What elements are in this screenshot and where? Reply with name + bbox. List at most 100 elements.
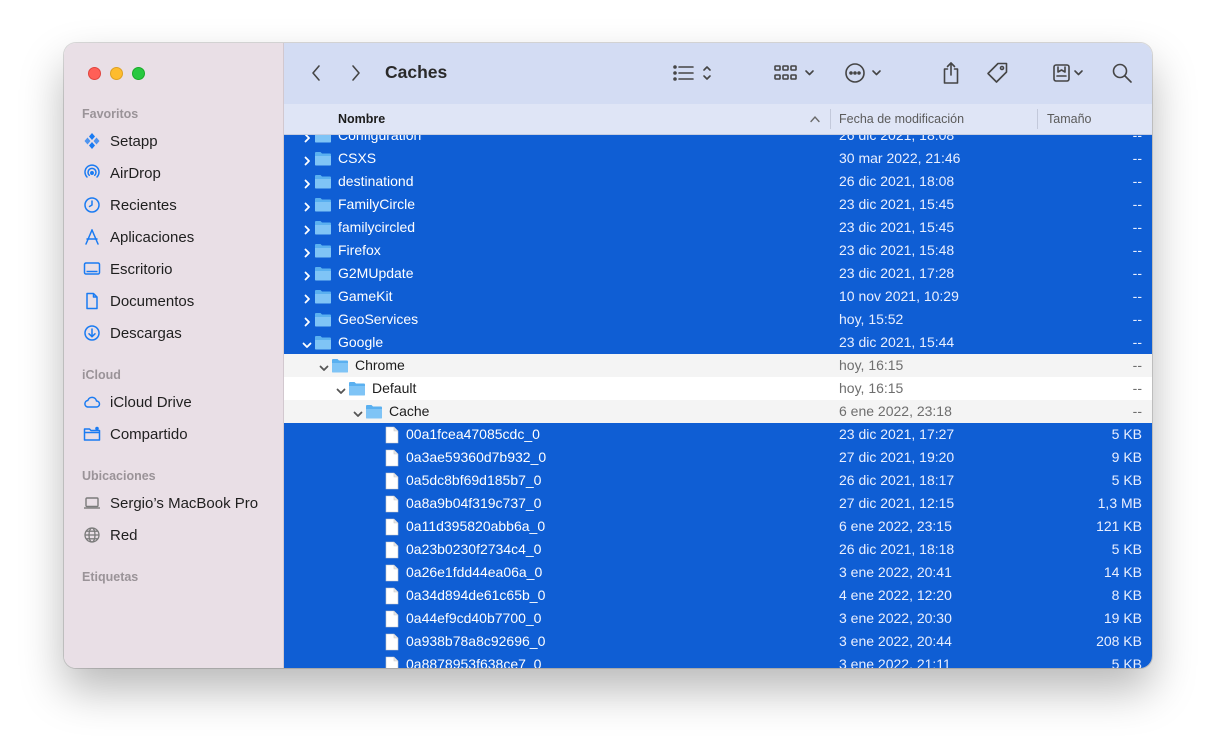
disclosure-collapsed-icon[interactable]: [302, 135, 312, 143]
folder-row[interactable]: familycircled 23 dic 2021, 15:45 --: [284, 216, 1152, 239]
quick-actions-button[interactable]: [1050, 59, 1094, 87]
disclosure-expanded-icon[interactable]: [353, 406, 363, 417]
zoom-window-button[interactable]: [132, 67, 145, 80]
column-header-size[interactable]: Tamaño: [1047, 112, 1091, 126]
sidebar-item-recientes[interactable]: Recientes: [82, 192, 272, 218]
disclosure-collapsed-icon[interactable]: [302, 153, 312, 166]
folder-row[interactable]: CSXS 30 mar 2022, 21:46 --: [284, 147, 1152, 170]
sidebar-section-title: Favoritos: [82, 107, 139, 121]
item-name: GeoServices: [338, 311, 419, 327]
folder-row[interactable]: Configuration 26 dic 2021, 18:08 --: [284, 135, 1152, 147]
folder-row[interactable]: Default hoy, 16:15 --: [284, 377, 1152, 400]
file-icon: [384, 472, 402, 490]
column-divider[interactable]: [830, 109, 831, 129]
window-title: Caches: [385, 62, 448, 82]
back-button[interactable]: [306, 59, 326, 87]
item-name: Configuration: [338, 135, 422, 143]
file-row[interactable]: 0a34d894de61c65b_0 4 ene 2022, 12:20 8 KB: [284, 584, 1152, 607]
item-date: 23 dic 2021, 17:28: [839, 265, 955, 281]
file-list[interactable]: Configuration 26 dic 2021, 18:08 -- CSXS 30 …: [284, 135, 1152, 668]
sidebar-section-title: Ubicaciones: [82, 469, 156, 483]
sidebar-item-red[interactable]: Red: [82, 522, 272, 548]
sidebar-item-airdrop[interactable]: AirDrop: [82, 160, 272, 186]
sidebar-section-title: Etiquetas: [82, 570, 139, 584]
sidebar-item-label: iCloud Drive: [110, 393, 192, 411]
folder-icon: [348, 380, 366, 397]
column-header-date[interactable]: Fecha de modificación: [839, 112, 964, 126]
minimize-window-button[interactable]: [110, 67, 123, 80]
item-date: 3 ene 2022, 21:11: [839, 656, 951, 668]
file-icon: [384, 633, 402, 651]
file-row[interactable]: 0a44ef9cd40b7700_0 3 ene 2022, 20:30 19 KB: [284, 607, 1152, 630]
item-date: 26 dic 2021, 18:17: [839, 472, 955, 488]
sidebar: Favoritos Setapp AirDrop Recientes Aplic…: [64, 43, 284, 668]
sidebar-item-label: Recientes: [110, 196, 177, 214]
close-window-button[interactable]: [88, 67, 101, 80]
item-date: hoy, 16:15: [839, 380, 904, 396]
action-menu-button[interactable]: [844, 59, 888, 87]
disclosure-expanded-icon[interactable]: [336, 383, 346, 394]
disclosure-expanded-icon[interactable]: [302, 337, 312, 348]
file-row[interactable]: 0a23b0230f2734c4_0 26 dic 2021, 18:18 5 KB: [284, 538, 1152, 561]
folder-row[interactable]: G2MUpdate 23 dic 2021, 17:28 --: [284, 262, 1152, 285]
tags-button[interactable]: [984, 59, 1010, 87]
folder-row[interactable]: Firefox 23 dic 2021, 15:48 --: [284, 239, 1152, 262]
item-size: --: [1132, 196, 1142, 212]
disclosure-expanded-icon[interactable]: [319, 360, 329, 371]
group-button[interactable]: [774, 59, 818, 87]
disclosure-collapsed-icon[interactable]: [302, 222, 312, 235]
folder-icon: [314, 196, 332, 213]
search-button[interactable]: [1110, 59, 1134, 87]
sidebar-item-label: Aplicaciones: [110, 228, 195, 246]
folder-row[interactable]: GameKit 10 nov 2021, 10:29 --: [284, 285, 1152, 308]
item-size: --: [1132, 135, 1142, 143]
disclosure-collapsed-icon[interactable]: [302, 268, 312, 281]
disclosure-collapsed-icon[interactable]: [302, 245, 312, 258]
sidebar-item-setapp[interactable]: Setapp: [82, 128, 272, 154]
file-row[interactable]: 00a1fcea47085cdc_0 23 dic 2021, 17:27 5 KB: [284, 423, 1152, 446]
sidebar-item-documentos[interactable]: Documentos: [82, 288, 272, 314]
item-name: FamilyCircle: [338, 196, 415, 212]
folder-row[interactable]: Google 23 dic 2021, 15:44 --: [284, 331, 1152, 354]
cloud-icon: [82, 392, 102, 412]
folder-row[interactable]: Cache 6 ene 2022, 23:18 --: [284, 400, 1152, 423]
folder-row[interactable]: Chrome hoy, 16:15 --: [284, 354, 1152, 377]
disclosure-collapsed-icon[interactable]: [302, 199, 312, 212]
item-name: 0a8a9b04f319c737_0: [406, 495, 542, 511]
disclosure-collapsed-icon[interactable]: [302, 176, 312, 189]
item-name: 0a5dc8bf69d185b7_0: [406, 472, 542, 488]
item-date: 23 dic 2021, 17:27: [839, 426, 955, 442]
sidebar-item-label: Setapp: [110, 132, 158, 150]
file-row[interactable]: 0a938b78a8c92696_0 3 ene 2022, 20:44 208 K…: [284, 630, 1152, 653]
file-row[interactable]: 0a8878953f638ce7_0 3 ene 2022, 21:11 5 KB: [284, 653, 1152, 668]
item-name: 0a938b78a8c92696_0: [406, 633, 546, 649]
file-row[interactable]: 0a5dc8bf69d185b7_0 26 dic 2021, 18:17 5 KB: [284, 469, 1152, 492]
folder-row[interactable]: FamilyCircle 23 dic 2021, 15:45 --: [284, 193, 1152, 216]
share-button[interactable]: [940, 59, 962, 87]
item-size: 5 KB: [1111, 472, 1142, 488]
share-icon: [943, 62, 959, 84]
file-row[interactable]: 0a26e1fdd44ea06a_0 3 ene 2022, 20:41 14 KB: [284, 561, 1152, 584]
file-row[interactable]: 0a11d395820abb6a_0 6 ene 2022, 23:15 121 K…: [284, 515, 1152, 538]
view-options-button[interactable]: [672, 59, 718, 87]
disclosure-collapsed-icon[interactable]: [302, 291, 312, 304]
sidebar-item-compartido[interactable]: Compartido: [82, 421, 272, 447]
item-name: Google: [338, 334, 384, 350]
forward-button[interactable]: [346, 59, 366, 87]
sidebar-item-aplicaciones[interactable]: Aplicaciones: [82, 224, 272, 250]
disclosure-collapsed-icon[interactable]: [302, 314, 312, 327]
folder-row[interactable]: destinationd 26 dic 2021, 18:08 --: [284, 170, 1152, 193]
folder-row[interactable]: GeoServices hoy, 15:52 --: [284, 308, 1152, 331]
file-row[interactable]: 0a8a9b04f319c737_0 27 dic 2021, 12:15 1,3 …: [284, 492, 1152, 515]
file-row[interactable]: 0a3ae59360d7b932_0 27 dic 2021, 19:20 9 KB: [284, 446, 1152, 469]
item-size: --: [1132, 357, 1142, 373]
file-icon: [384, 656, 402, 668]
column-header-name[interactable]: Nombre: [338, 112, 385, 126]
sidebar-item-escritorio[interactable]: Escritorio: [82, 256, 272, 282]
sidebar-item-descargas[interactable]: Descargas: [82, 320, 272, 346]
sidebar-item-icloud-drive[interactable]: iCloud Drive: [82, 389, 272, 415]
item-date: 3 ene 2022, 20:41: [839, 564, 952, 580]
sidebar-item-macbook-pro[interactable]: Sergio’s MacBook Pro: [82, 490, 272, 516]
column-divider[interactable]: [1037, 109, 1038, 129]
folder-icon: [331, 357, 349, 374]
